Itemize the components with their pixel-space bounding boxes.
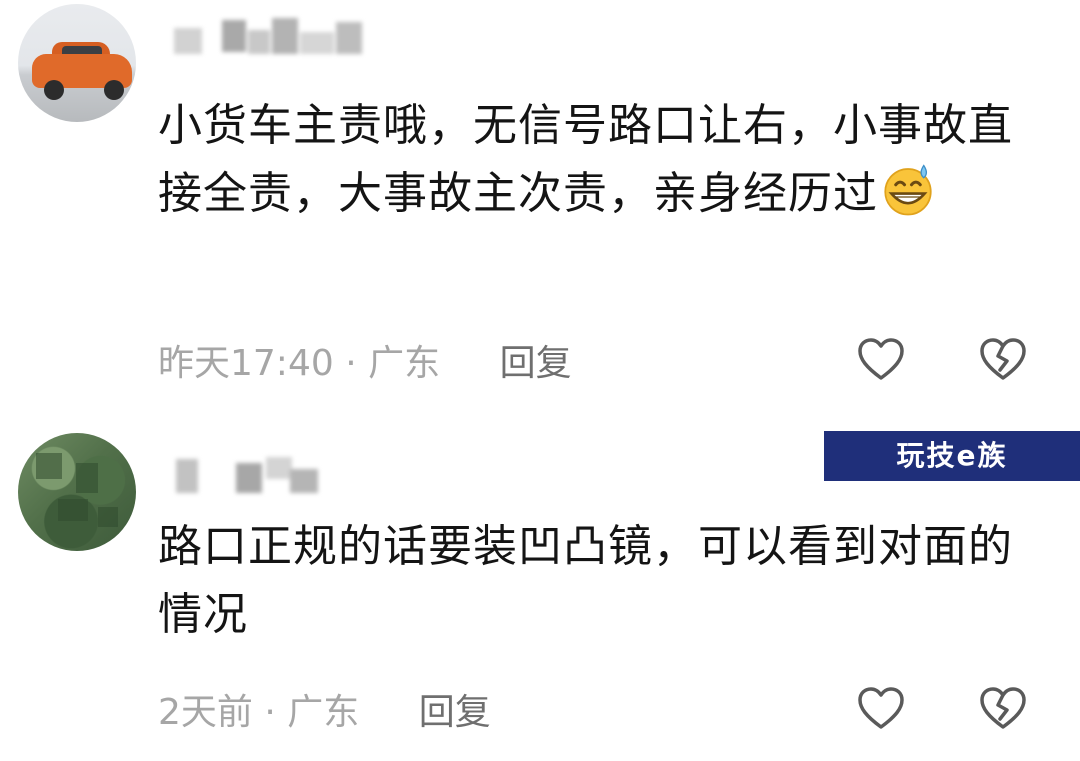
blur-block (290, 469, 318, 493)
comment-time: 昨天17:40 (158, 343, 334, 384)
comment-meta: 2天前 · 广东 回复 (158, 683, 491, 735)
comment-text: 小货车主责哦，无信号路口让右，小事故直接全责，大事故主次责，亲身经历过 (158, 92, 1038, 228)
comment-location: 广东 (368, 343, 441, 384)
username-blurred[interactable] (160, 455, 330, 505)
comment-item: 小货车主责哦，无信号路口让右，小事故直接全责，大事故主次责，亲身经历过 昨天17… (0, 0, 1080, 405)
pixel-block (76, 463, 98, 493)
pixel-block (36, 453, 62, 479)
meta-separator: · (345, 343, 357, 384)
comment-text: 路口正规的话要装凹凸镜，可以看到对面的情况 (158, 521, 1013, 640)
blur-block (222, 20, 246, 52)
heart-outline-icon[interactable] (856, 336, 906, 382)
blur-block (236, 463, 262, 493)
broken-heart-outline-icon[interactable] (978, 336, 1028, 382)
blur-block (272, 18, 298, 54)
blur-block (248, 30, 270, 54)
avatar[interactable] (18, 433, 136, 551)
comment-location: 广东 (287, 692, 360, 733)
blur-block (300, 32, 334, 54)
username-blurred[interactable] (160, 18, 400, 68)
reply-button[interactable]: 回复 (419, 692, 491, 733)
pixel-block (58, 499, 88, 521)
heart-outline-icon[interactable] (856, 685, 906, 731)
blur-block (174, 28, 202, 54)
comment-meta: 昨天17:40 · 广东 回复 (158, 334, 572, 386)
broken-heart-outline-icon[interactable] (978, 685, 1028, 731)
blur-block (336, 22, 362, 54)
grinning-sweat-emoji-icon (884, 164, 932, 216)
car-wheel (44, 80, 64, 100)
reply-button[interactable]: 回复 (500, 343, 572, 384)
car-wheel (104, 80, 124, 100)
blur-block (176, 459, 198, 493)
avatar[interactable] (18, 4, 136, 122)
pixel-block (98, 507, 118, 527)
comment-time: 2天前 (158, 692, 253, 733)
meta-separator: · (264, 692, 276, 733)
blur-block (266, 457, 292, 479)
comment-item: 路口正规的话要装凹凸镜，可以看到对面的情况 2天前 · 广东 回复 (0, 405, 1080, 761)
